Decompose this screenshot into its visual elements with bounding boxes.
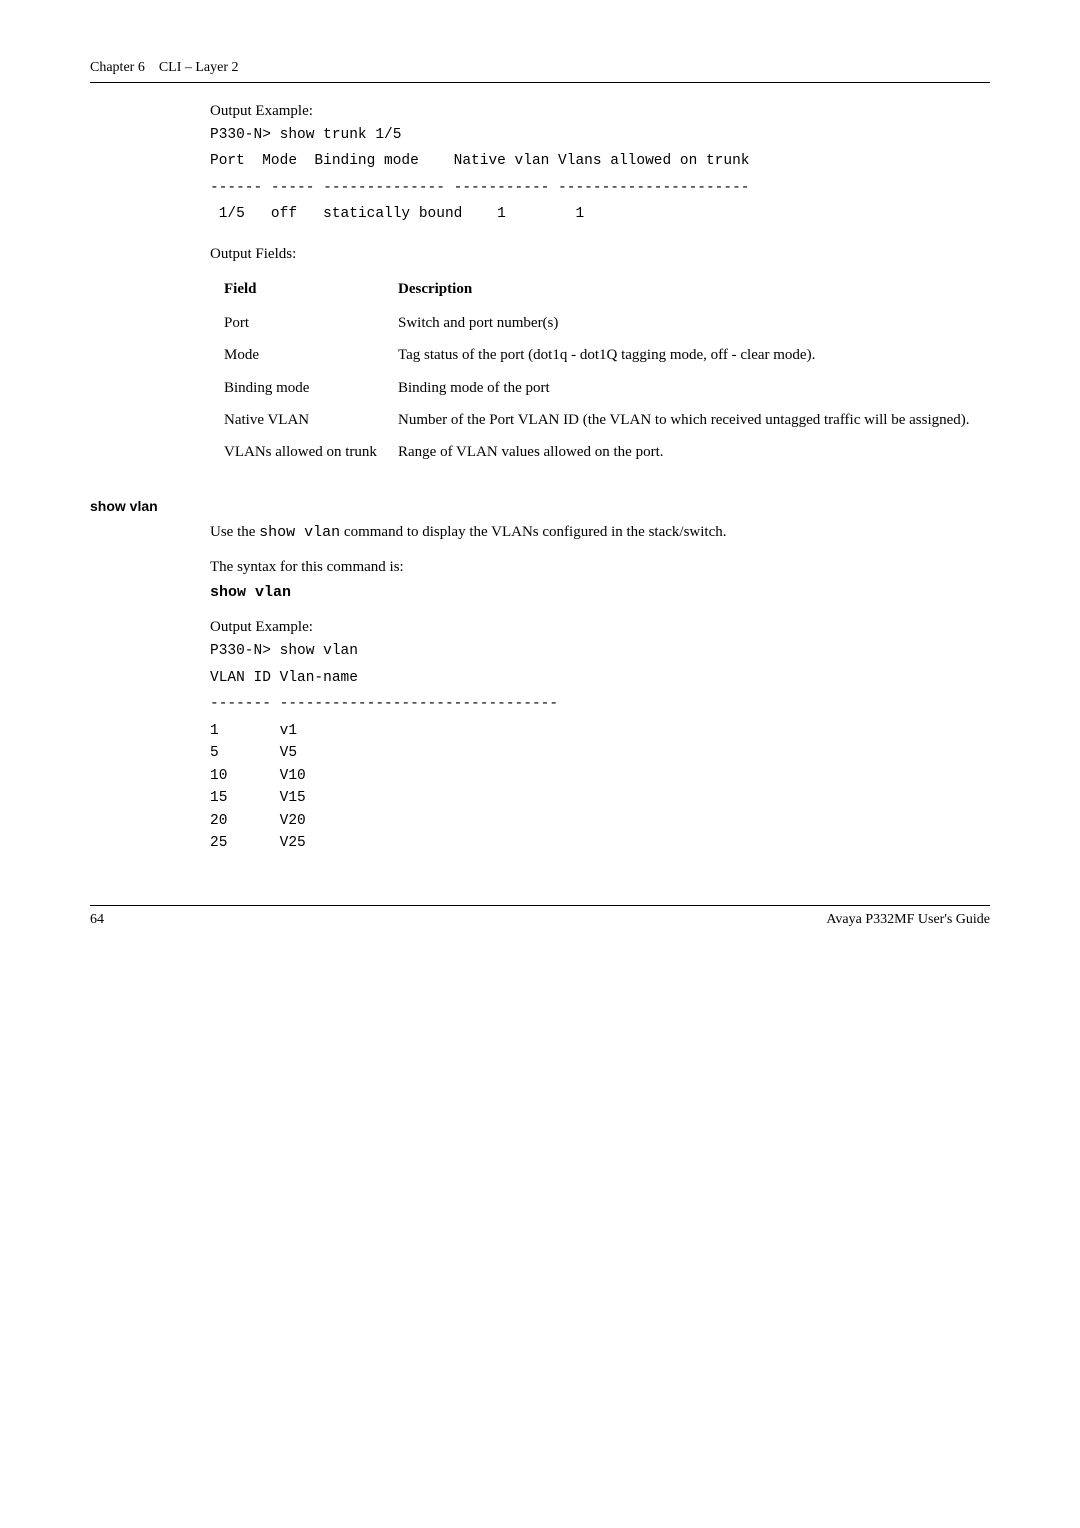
vlan-id: 1: [210, 723, 219, 739]
trunk-header-line: Port Mode Binding mode Native vlan Vlans…: [210, 150, 990, 172]
trunk-dash-line: ------ ----- -------------- ----------- …: [210, 177, 990, 199]
fields-row: Binding mode Binding mode of the port: [224, 372, 970, 404]
trunk-cmd-line: P330-N> show trunk 1/5: [210, 124, 990, 146]
vlan-cmd-line: P330-N> show vlan: [210, 640, 990, 662]
show-vlan-heading: show vlan: [90, 498, 990, 514]
vlan-dash-line: ------- --------------------------------: [210, 693, 990, 715]
field-desc: Number of the Port VLAN ID (the VLAN to …: [398, 404, 970, 436]
field-name: Native VLAN: [224, 404, 398, 436]
fields-header-row: Field Description: [224, 273, 970, 307]
fields-row: Mode Tag status of the port (dot1q - dot…: [224, 339, 970, 371]
syntax-command: show vlan: [210, 584, 990, 601]
field-name: Mode: [224, 339, 398, 371]
syntax-label: The syntax for this command is:: [210, 557, 990, 578]
field-name: Binding mode: [224, 372, 398, 404]
page-footer: 64 Avaya P332MF User's Guide: [90, 905, 990, 928]
field-name: Port: [224, 307, 398, 339]
vlan-name: v1: [280, 723, 297, 739]
fields-header-field: Field: [224, 273, 398, 307]
field-desc: Binding mode of the port: [398, 372, 970, 404]
chapter-label: Chapter 6: [90, 60, 145, 75]
desc-part2: command to display the VLANs configured …: [340, 524, 726, 540]
vlan-name: V20: [280, 813, 306, 829]
field-name: VLANs allowed on trunk: [224, 436, 398, 468]
output-fields-label: Output Fields:: [210, 246, 990, 263]
vlan-output-example-label: Output Example:: [210, 619, 990, 636]
vlan-id: 15: [210, 790, 227, 806]
desc-cmd: show vlan: [259, 524, 340, 541]
desc-part1: Use the: [210, 524, 259, 540]
vlan-row: 25 V25: [210, 832, 990, 854]
vlan-row: 15 V15: [210, 787, 990, 809]
vlan-name: V25: [280, 835, 306, 851]
vlan-id: 20: [210, 813, 227, 829]
field-desc: Tag status of the port (dot1q - dot1Q ta…: [398, 339, 970, 371]
vlan-name: V5: [280, 745, 297, 761]
section-show-vlan: Use the show vlan command to display the…: [210, 522, 990, 854]
vlan-name: V10: [280, 768, 306, 784]
show-vlan-description: Use the show vlan command to display the…: [210, 522, 990, 543]
vlan-header-line: VLAN ID Vlan-name: [210, 667, 990, 689]
vlan-row: 1 v1: [210, 720, 990, 742]
trunk-data-line: 1/5 off statically bound 1 1: [210, 203, 990, 225]
header-rule: [90, 82, 990, 83]
vlan-id: 10: [210, 768, 227, 784]
field-desc: Range of VLAN values allowed on the port…: [398, 436, 970, 468]
fields-row: Port Switch and port number(s): [224, 307, 970, 339]
vlan-id: 25: [210, 835, 227, 851]
fields-table: Field Description Port Switch and port n…: [224, 273, 970, 469]
fields-row: VLANs allowed on trunk Range of VLAN val…: [224, 436, 970, 468]
vlan-name: V15: [280, 790, 306, 806]
vlan-row: 10 V10: [210, 765, 990, 787]
guide-title: Avaya P332MF User's Guide: [826, 912, 990, 928]
page-header: Chapter 6 CLI – Layer 2: [90, 60, 990, 76]
vlan-rows: 1 v1 5 V5 10 V10 15 V15 20 V20 25 V25: [210, 720, 990, 855]
section-show-trunk-output: Output Example: P330-N> show trunk 1/5 P…: [210, 103, 990, 468]
chapter-title: CLI – Layer 2: [159, 60, 239, 75]
field-desc: Switch and port number(s): [398, 307, 970, 339]
output-example-label: Output Example:: [210, 103, 990, 120]
page-number: 64: [90, 912, 104, 928]
fields-header-description: Description: [398, 273, 970, 307]
vlan-id: 5: [210, 745, 219, 761]
fields-row: Native VLAN Number of the Port VLAN ID (…: [224, 404, 970, 436]
vlan-row: 20 V20: [210, 810, 990, 832]
vlan-row: 5 V5: [210, 742, 990, 764]
